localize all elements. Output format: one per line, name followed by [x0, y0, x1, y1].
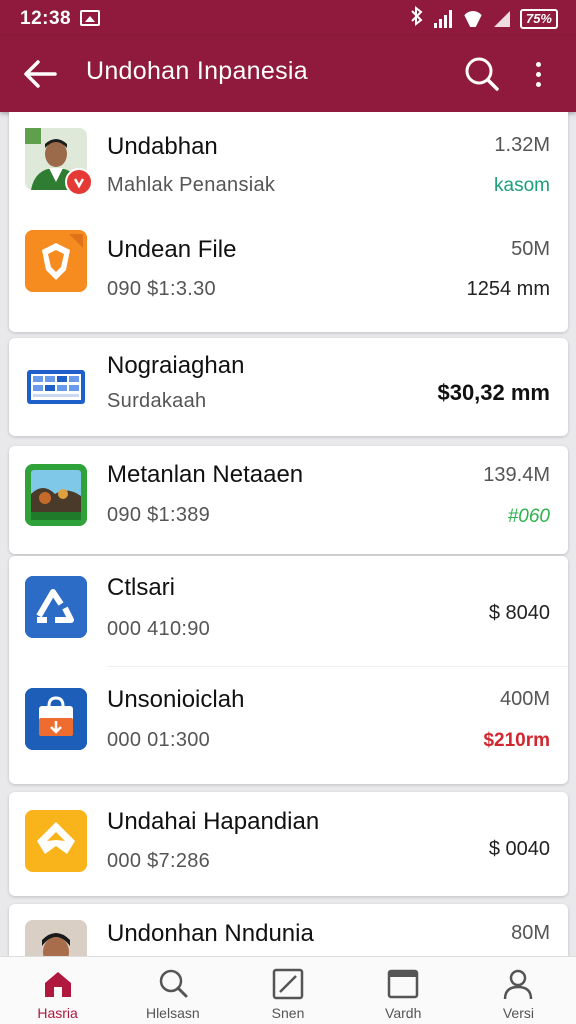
item-value: $ 0040 [488, 838, 550, 860]
item-value: $ 8040 [488, 602, 550, 624]
person-icon [504, 969, 533, 1000]
cell-signal-icon [493, 10, 510, 27]
item-name: Nograiaghan [107, 352, 245, 379]
item-value: $30,32 mm [437, 380, 550, 405]
item-size: 139.4M [483, 464, 550, 486]
nav-label: Hasria [37, 1005, 78, 1021]
signal-icon [433, 9, 452, 28]
list-card: Undahai Hapandian 000 $7:286 $ 0040 [9, 792, 568, 896]
shield-app-icon [25, 230, 87, 292]
list-card: Undabhan Mahlak Penansiak 1.32M kasom Un… [9, 112, 568, 332]
list-item[interactable]: Ctlsari 000 410:90 $ 8040 [9, 556, 568, 666]
list-card: Ctlsari 000 410:90 $ 8040 Unsonioiclah 0… [9, 556, 568, 784]
arrow-left-icon [24, 60, 57, 88]
item-subtitle: 090 $1:3.30 [107, 278, 216, 300]
item-value: kasom [494, 175, 550, 196]
item-name: Undonhan Nndunia [107, 920, 314, 947]
list-card: Nograiaghan Surdakaah $30,32 mm [9, 338, 568, 436]
nav-label: Snen [271, 1005, 305, 1021]
item-name: Metanlan Netaaen [107, 461, 304, 488]
list-item[interactable]: Undahai Hapandian 000 $7:286 $ 0040 [9, 792, 568, 896]
image-notification-icon [80, 10, 100, 26]
search-icon [465, 57, 499, 91]
item-name: Ctlsari [107, 574, 176, 601]
item-name: Undabhan [107, 133, 218, 160]
dot-icon [535, 61, 541, 67]
file-list: Undabhan Mahlak Penansiak 1.32M kasom Un… [0, 112, 576, 956]
item-name: Undean File [107, 236, 237, 263]
back-button[interactable] [20, 54, 60, 94]
list-item[interactable]: Metanlan Netaaen 090 $1:389 139.4M #060 [9, 446, 568, 554]
item-value: $210rm [483, 730, 550, 751]
avatar [25, 920, 87, 956]
nav-label: Vardh [385, 1005, 422, 1021]
item-subtitle: 090 $1:389 [107, 504, 211, 526]
home-icon [44, 972, 71, 997]
item-name: Unsonioiclah [107, 686, 245, 713]
item-subtitle: 000 410:90 [107, 618, 211, 640]
battery-indicator: 75% [519, 8, 558, 29]
app-bar: Undohan Inpanesia [0, 36, 576, 112]
list-item[interactable]: Undabhan Mahlak Penansiak 1.32M kasom [9, 112, 568, 216]
list-card: Metanlan Netaaen 090 $1:389 139.4M #060 [9, 446, 568, 554]
status-time: 12:38 [20, 8, 72, 29]
nav-item-edit[interactable]: Snen [230, 957, 345, 1024]
avatar [25, 128, 93, 196]
bluetooth-icon [410, 5, 424, 31]
calendar-app-icon [25, 356, 87, 418]
status-bar: 12:38 75% [0, 0, 576, 36]
dot-icon [535, 81, 541, 87]
page-title: Undohan Inpanesia [86, 57, 308, 85]
badge-icon [65, 168, 93, 196]
window-icon [387, 969, 419, 999]
item-name: Undahai Hapandian [107, 808, 320, 835]
nav-label: Hlelsasn [145, 1005, 200, 1021]
edit-icon [272, 968, 304, 1000]
bag-app-icon [25, 688, 87, 750]
search-button[interactable] [462, 54, 502, 94]
item-subtitle: Mahlak Penansiak [107, 174, 276, 196]
nav-label: Versi [502, 1005, 534, 1021]
recycle-app-icon [25, 576, 87, 638]
item-size: 400M [499, 688, 550, 710]
photo-app-icon [25, 464, 87, 526]
list-item[interactable]: Nograiaghan Surdakaah $30,32 mm [9, 338, 568, 436]
list-item[interactable]: Undonhan Nndunia 80M [9, 904, 568, 956]
item-size: 50M [511, 238, 550, 260]
diamond-app-icon [25, 810, 87, 872]
nav-item-profile[interactable]: Versi [461, 957, 576, 1024]
item-subtitle: 000 01:300 [107, 729, 211, 751]
more-options-button[interactable] [518, 54, 558, 94]
list-card: Undonhan Nndunia 80M [9, 904, 568, 956]
list-item[interactable]: Undean File 090 $1:3.30 50M 1254 mm [9, 216, 568, 332]
item-size: 1.32M [494, 134, 550, 156]
item-subtitle: 000 $7:286 [107, 850, 211, 872]
item-size: 80M [511, 922, 550, 944]
search-icon [159, 969, 188, 998]
item-value: 1254 mm [466, 278, 550, 300]
dot-icon [535, 71, 541, 77]
nav-item-home[interactable]: Hasria [0, 957, 115, 1024]
item-value: #060 [507, 506, 550, 527]
bottom-navigation: Hasria Hlelsasn Snen Vardh Versi [0, 956, 576, 1024]
item-subtitle: Surdakaah [107, 390, 207, 412]
nav-item-search[interactable]: Hlelsasn [115, 957, 230, 1024]
wifi-icon [462, 11, 484, 27]
list-item[interactable]: Unsonioiclah 000 01:300 400M $210rm [9, 666, 568, 784]
nav-item-window[interactable]: Vardh [346, 957, 461, 1024]
